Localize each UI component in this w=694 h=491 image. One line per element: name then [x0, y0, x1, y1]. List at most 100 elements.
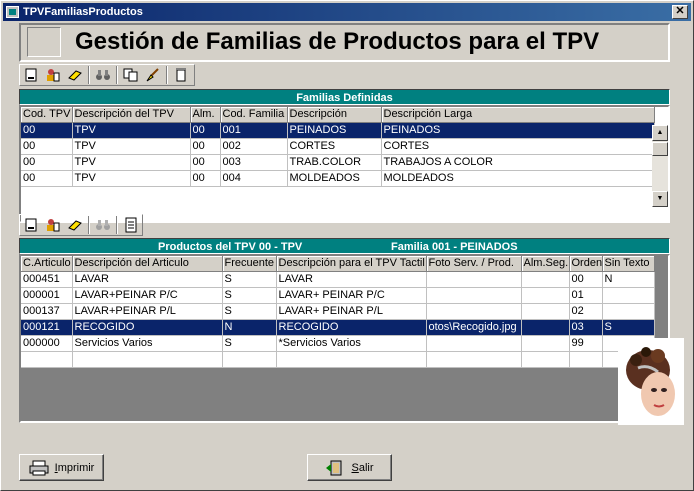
table-cell[interactable]: TPV: [72, 122, 191, 139]
column-header[interactable]: Descripción del Articulo: [72, 256, 223, 272]
table-cell[interactable]: [426, 335, 522, 352]
table-cell[interactable]: MOLDEADOS: [287, 170, 382, 187]
new-product-button[interactable]: [22, 216, 40, 234]
close-button[interactable]: ✕: [672, 5, 688, 19]
table-cell[interactable]: 00: [21, 138, 73, 155]
table-cell[interactable]: N: [222, 319, 277, 336]
table-cell[interactable]: S: [602, 319, 655, 336]
table-cell[interactable]: 01: [569, 287, 603, 304]
column-header[interactable]: Descripción Larga: [381, 107, 655, 123]
table-cell[interactable]: TPV: [72, 170, 191, 187]
column-header[interactable]: Cod. Familia: [220, 107, 288, 123]
products-grid[interactable]: C.Articulo Descripción del Articulo Frecue…: [19, 254, 670, 423]
table-cell[interactable]: [602, 287, 655, 304]
table-cell[interactable]: RECOGIDO: [72, 319, 223, 336]
families-grid[interactable]: Cod. TPV Descripción del TPV Alm. Cod. Fami…: [19, 105, 670, 223]
eraser-product-button[interactable]: [66, 216, 84, 234]
table-cell[interactable]: 000121: [21, 319, 73, 336]
table-cell[interactable]: CORTES: [381, 138, 655, 155]
scroll-down-button[interactable]: ▼: [652, 191, 668, 207]
table-cell[interactable]: S: [222, 335, 277, 352]
table-cell[interactable]: 000000: [21, 335, 73, 352]
table-cell[interactable]: N: [602, 271, 655, 288]
table-cell[interactable]: LAVAR: [276, 271, 427, 288]
table-cell[interactable]: [521, 335, 570, 352]
exit-button[interactable]: Salir: [307, 454, 392, 481]
table-cell[interactable]: 03: [569, 319, 603, 336]
column-header[interactable]: Orden: [569, 256, 603, 272]
table-cell[interactable]: TRABAJOS A COLOR: [381, 154, 655, 171]
table-cell[interactable]: LAVAR+ PEINAR P/C: [276, 287, 427, 304]
table-cell[interactable]: 99: [569, 335, 603, 352]
column-header[interactable]: Alm.Seg.: [521, 256, 570, 272]
delete-button[interactable]: [172, 66, 190, 84]
table-cell[interactable]: [426, 271, 522, 288]
scroll-thumb[interactable]: [652, 142, 668, 156]
family-row[interactable]: 00 TPV 00 002 CORTES CORTES: [21, 138, 655, 155]
table-cell[interactable]: otos\Recogido.jpg: [426, 319, 522, 336]
search-button[interactable]: [94, 66, 112, 84]
edit-button[interactable]: [44, 66, 62, 84]
table-cell[interactable]: 00: [569, 271, 603, 288]
scroll-up-button[interactable]: ▲: [652, 125, 668, 141]
table-cell[interactable]: 001: [220, 122, 288, 139]
product-row[interactable]: 000137 LAVAR+PEINAR P/L S LAVAR+ PEINAR P/L…: [21, 303, 655, 320]
family-row[interactable]: 00 TPV 00 003 TRAB.COLOR TRABAJOS A COLOR: [21, 154, 655, 171]
list-button[interactable]: [122, 216, 140, 234]
table-cell[interactable]: *Servicios Varios: [276, 335, 427, 352]
table-cell[interactable]: [521, 287, 570, 304]
table-cell[interactable]: Servicios Varios: [72, 335, 223, 352]
column-header[interactable]: Descripción del TPV: [72, 107, 191, 123]
title-bar[interactable]: TPVFamiliasProductos ✕: [3, 3, 691, 21]
table-cell[interactable]: 00: [190, 170, 221, 187]
column-header[interactable]: Foto Serv. / Prod.: [426, 256, 522, 272]
column-header[interactable]: Sin Texto: [602, 256, 655, 272]
column-header[interactable]: Frecuente: [222, 256, 277, 272]
table-cell[interactable]: LAVAR+ PEINAR P/L: [276, 303, 427, 320]
table-cell[interactable]: 00: [21, 122, 73, 139]
table-cell[interactable]: PEINADOS: [287, 122, 382, 139]
table-cell[interactable]: S: [222, 303, 277, 320]
table-cell[interactable]: 02: [569, 303, 603, 320]
table-cell[interactable]: 00: [21, 170, 73, 187]
table-cell[interactable]: S: [222, 287, 277, 304]
product-row[interactable]: 000451 LAVAR S LAVAR 00 N: [21, 271, 655, 288]
column-header[interactable]: Descripción: [287, 107, 382, 123]
table-cell[interactable]: 000137: [21, 303, 73, 320]
print-button[interactable]: Imprimir: [19, 454, 104, 481]
table-cell[interactable]: CORTES: [287, 138, 382, 155]
table-cell[interactable]: LAVAR+PEINAR P/L: [72, 303, 223, 320]
families-scrollbar[interactable]: ▲ ▼: [652, 125, 668, 207]
table-cell[interactable]: [521, 319, 570, 336]
table-cell[interactable]: TPV: [72, 154, 191, 171]
table-cell[interactable]: LAVAR+PEINAR P/C: [72, 287, 223, 304]
table-cell[interactable]: 004: [220, 170, 288, 187]
column-header[interactable]: Cod. TPV: [21, 107, 73, 123]
table-cell[interactable]: [602, 303, 655, 320]
table-cell[interactable]: 000001: [21, 287, 73, 304]
edit-product-button[interactable]: [44, 216, 62, 234]
product-row[interactable]: 000000 Servicios Varios S *Servicios Varios…: [21, 335, 655, 352]
product-row[interactable]: 000001 LAVAR+PEINAR P/C S LAVAR+ PEINAR P/C…: [21, 287, 655, 304]
column-header[interactable]: C.Articulo: [21, 256, 73, 272]
eraser-button[interactable]: [66, 66, 84, 84]
family-row[interactable]: 00 TPV 00 004 MOLDEADOS MOLDEADOS: [21, 170, 655, 187]
table-cell[interactable]: TPV: [72, 138, 191, 155]
table-cell[interactable]: RECOGIDO: [276, 319, 427, 336]
table-cell[interactable]: TRAB.COLOR: [287, 154, 382, 171]
table-cell[interactable]: 002: [220, 138, 288, 155]
table-cell[interactable]: LAVAR: [72, 271, 223, 288]
table-cell[interactable]: MOLDEADOS: [381, 170, 655, 187]
table-cell[interactable]: 00: [190, 122, 221, 139]
table-cell[interactable]: PEINADOS: [381, 122, 655, 139]
table-cell[interactable]: 00: [190, 154, 221, 171]
table-cell[interactable]: [426, 287, 522, 304]
family-row[interactable]: 00 TPV 00 001 PEINADOS PEINADOS: [21, 122, 655, 139]
table-cell[interactable]: [426, 303, 522, 320]
column-header[interactable]: Descripción para el TPV Tactil: [276, 256, 427, 272]
table-cell[interactable]: 003: [220, 154, 288, 171]
search-product-button[interactable]: [94, 216, 112, 234]
brush-button[interactable]: [144, 66, 162, 84]
table-cell[interactable]: S: [222, 271, 277, 288]
copy-button[interactable]: [122, 66, 140, 84]
